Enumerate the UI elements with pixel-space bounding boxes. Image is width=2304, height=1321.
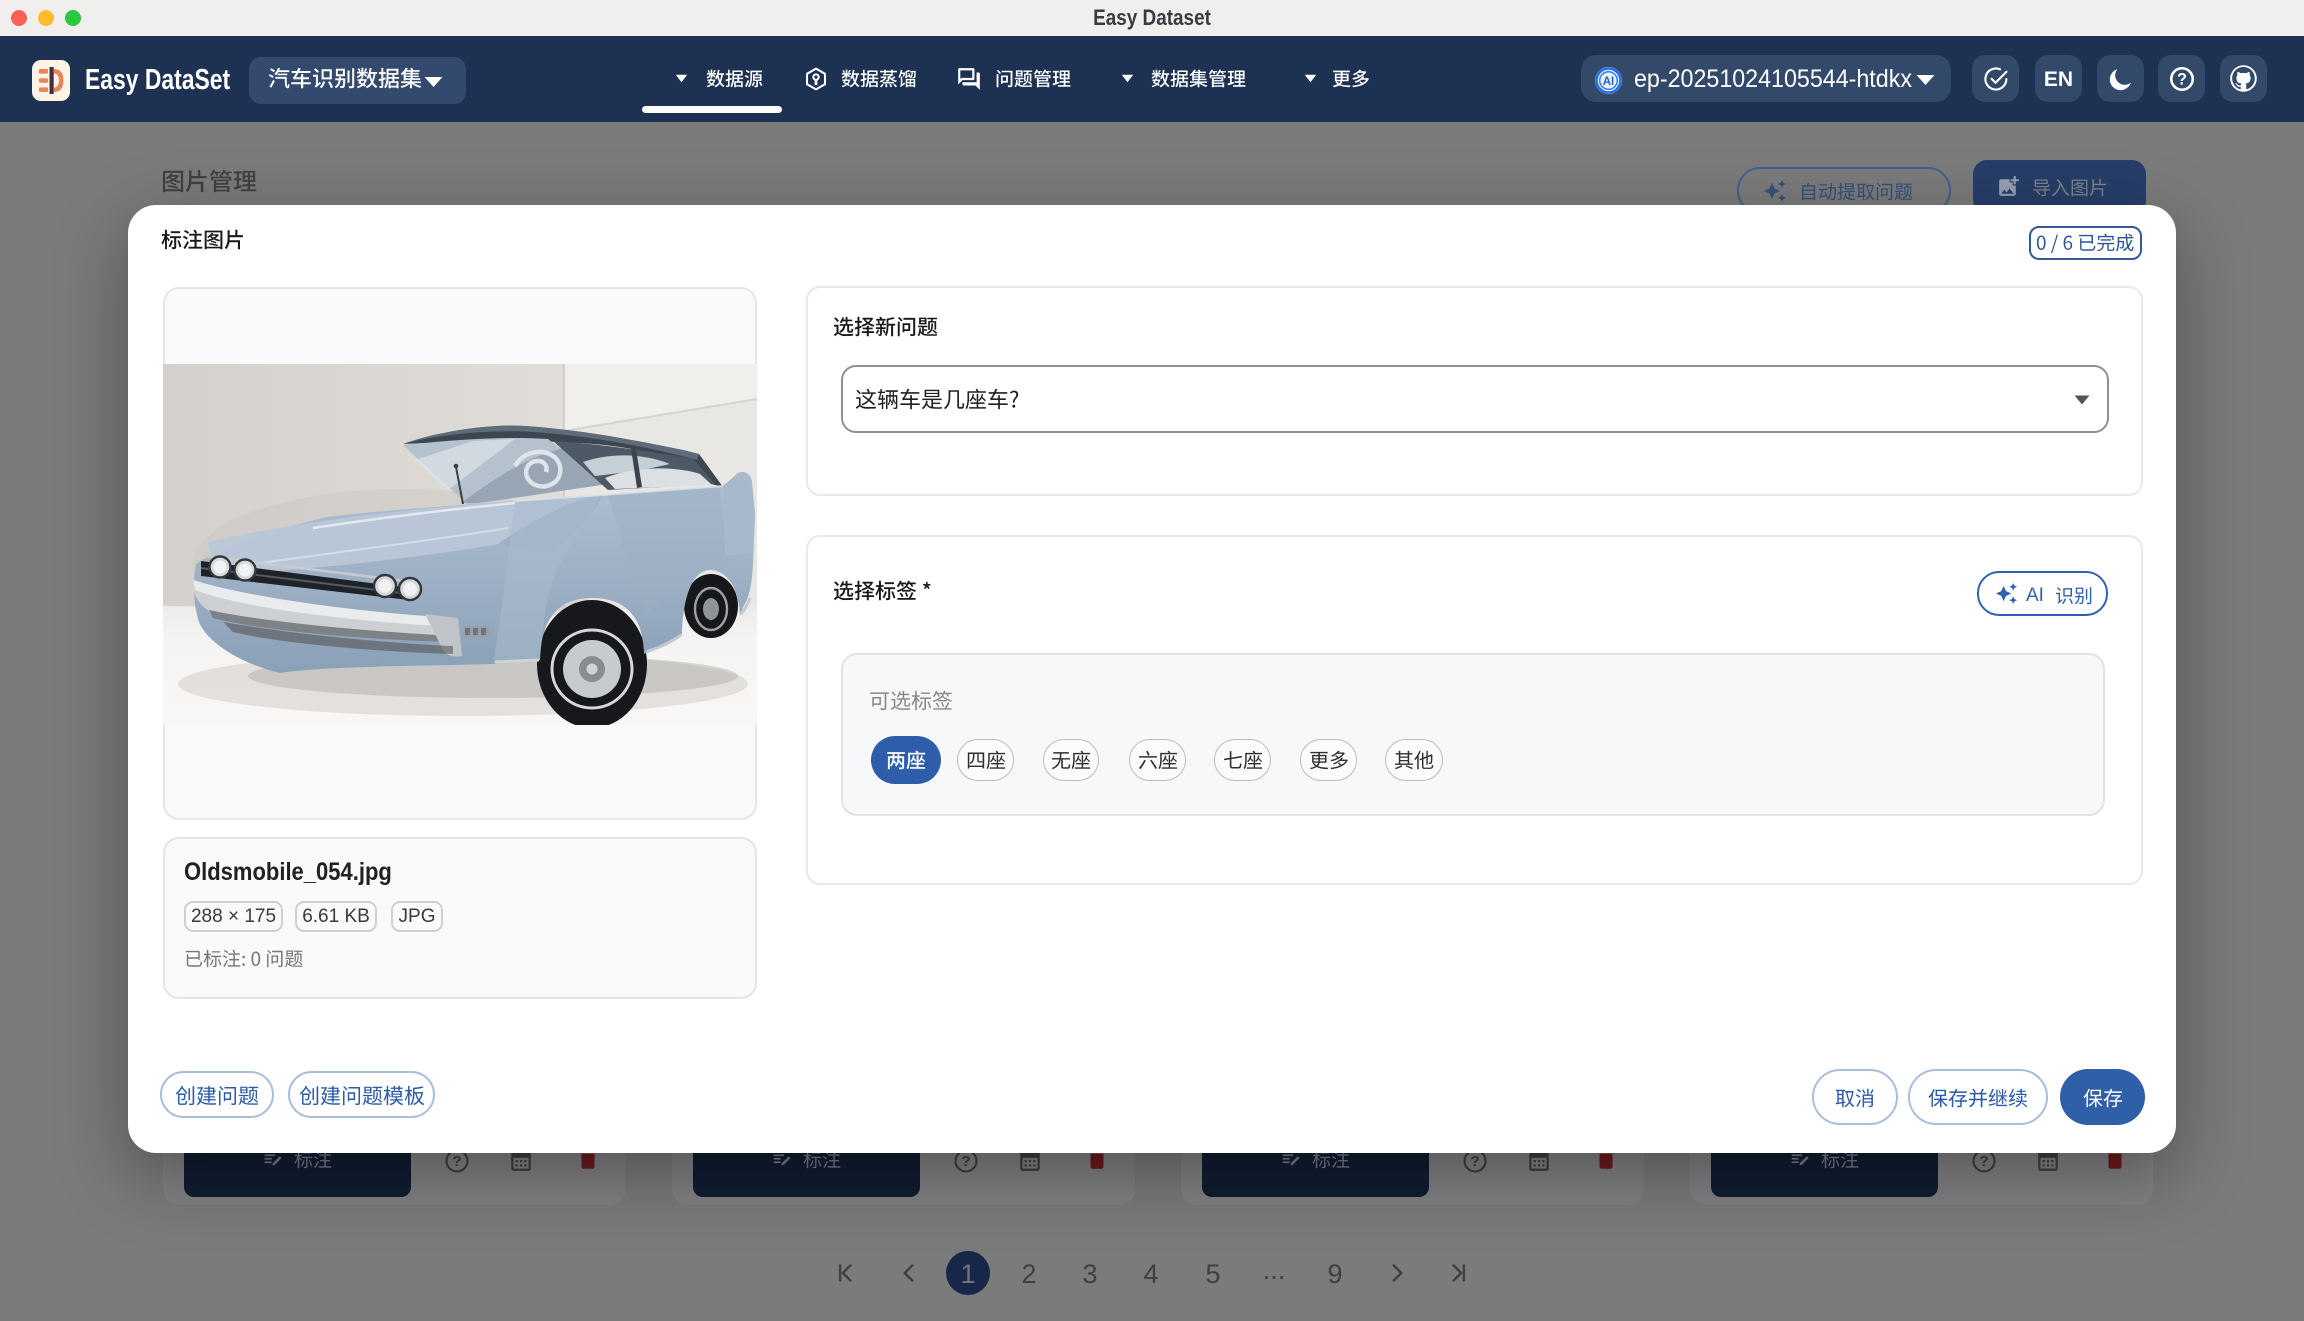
svg-text:?: ? <box>1470 1153 1479 1170</box>
svg-text:AI: AI <box>1603 76 1615 88</box>
svg-text:?: ? <box>452 1153 461 1170</box>
svg-text:?: ? <box>961 1153 970 1170</box>
svg-text:?: ? <box>2177 71 2187 89</box>
svg-text:?: ? <box>1979 1153 1988 1170</box>
